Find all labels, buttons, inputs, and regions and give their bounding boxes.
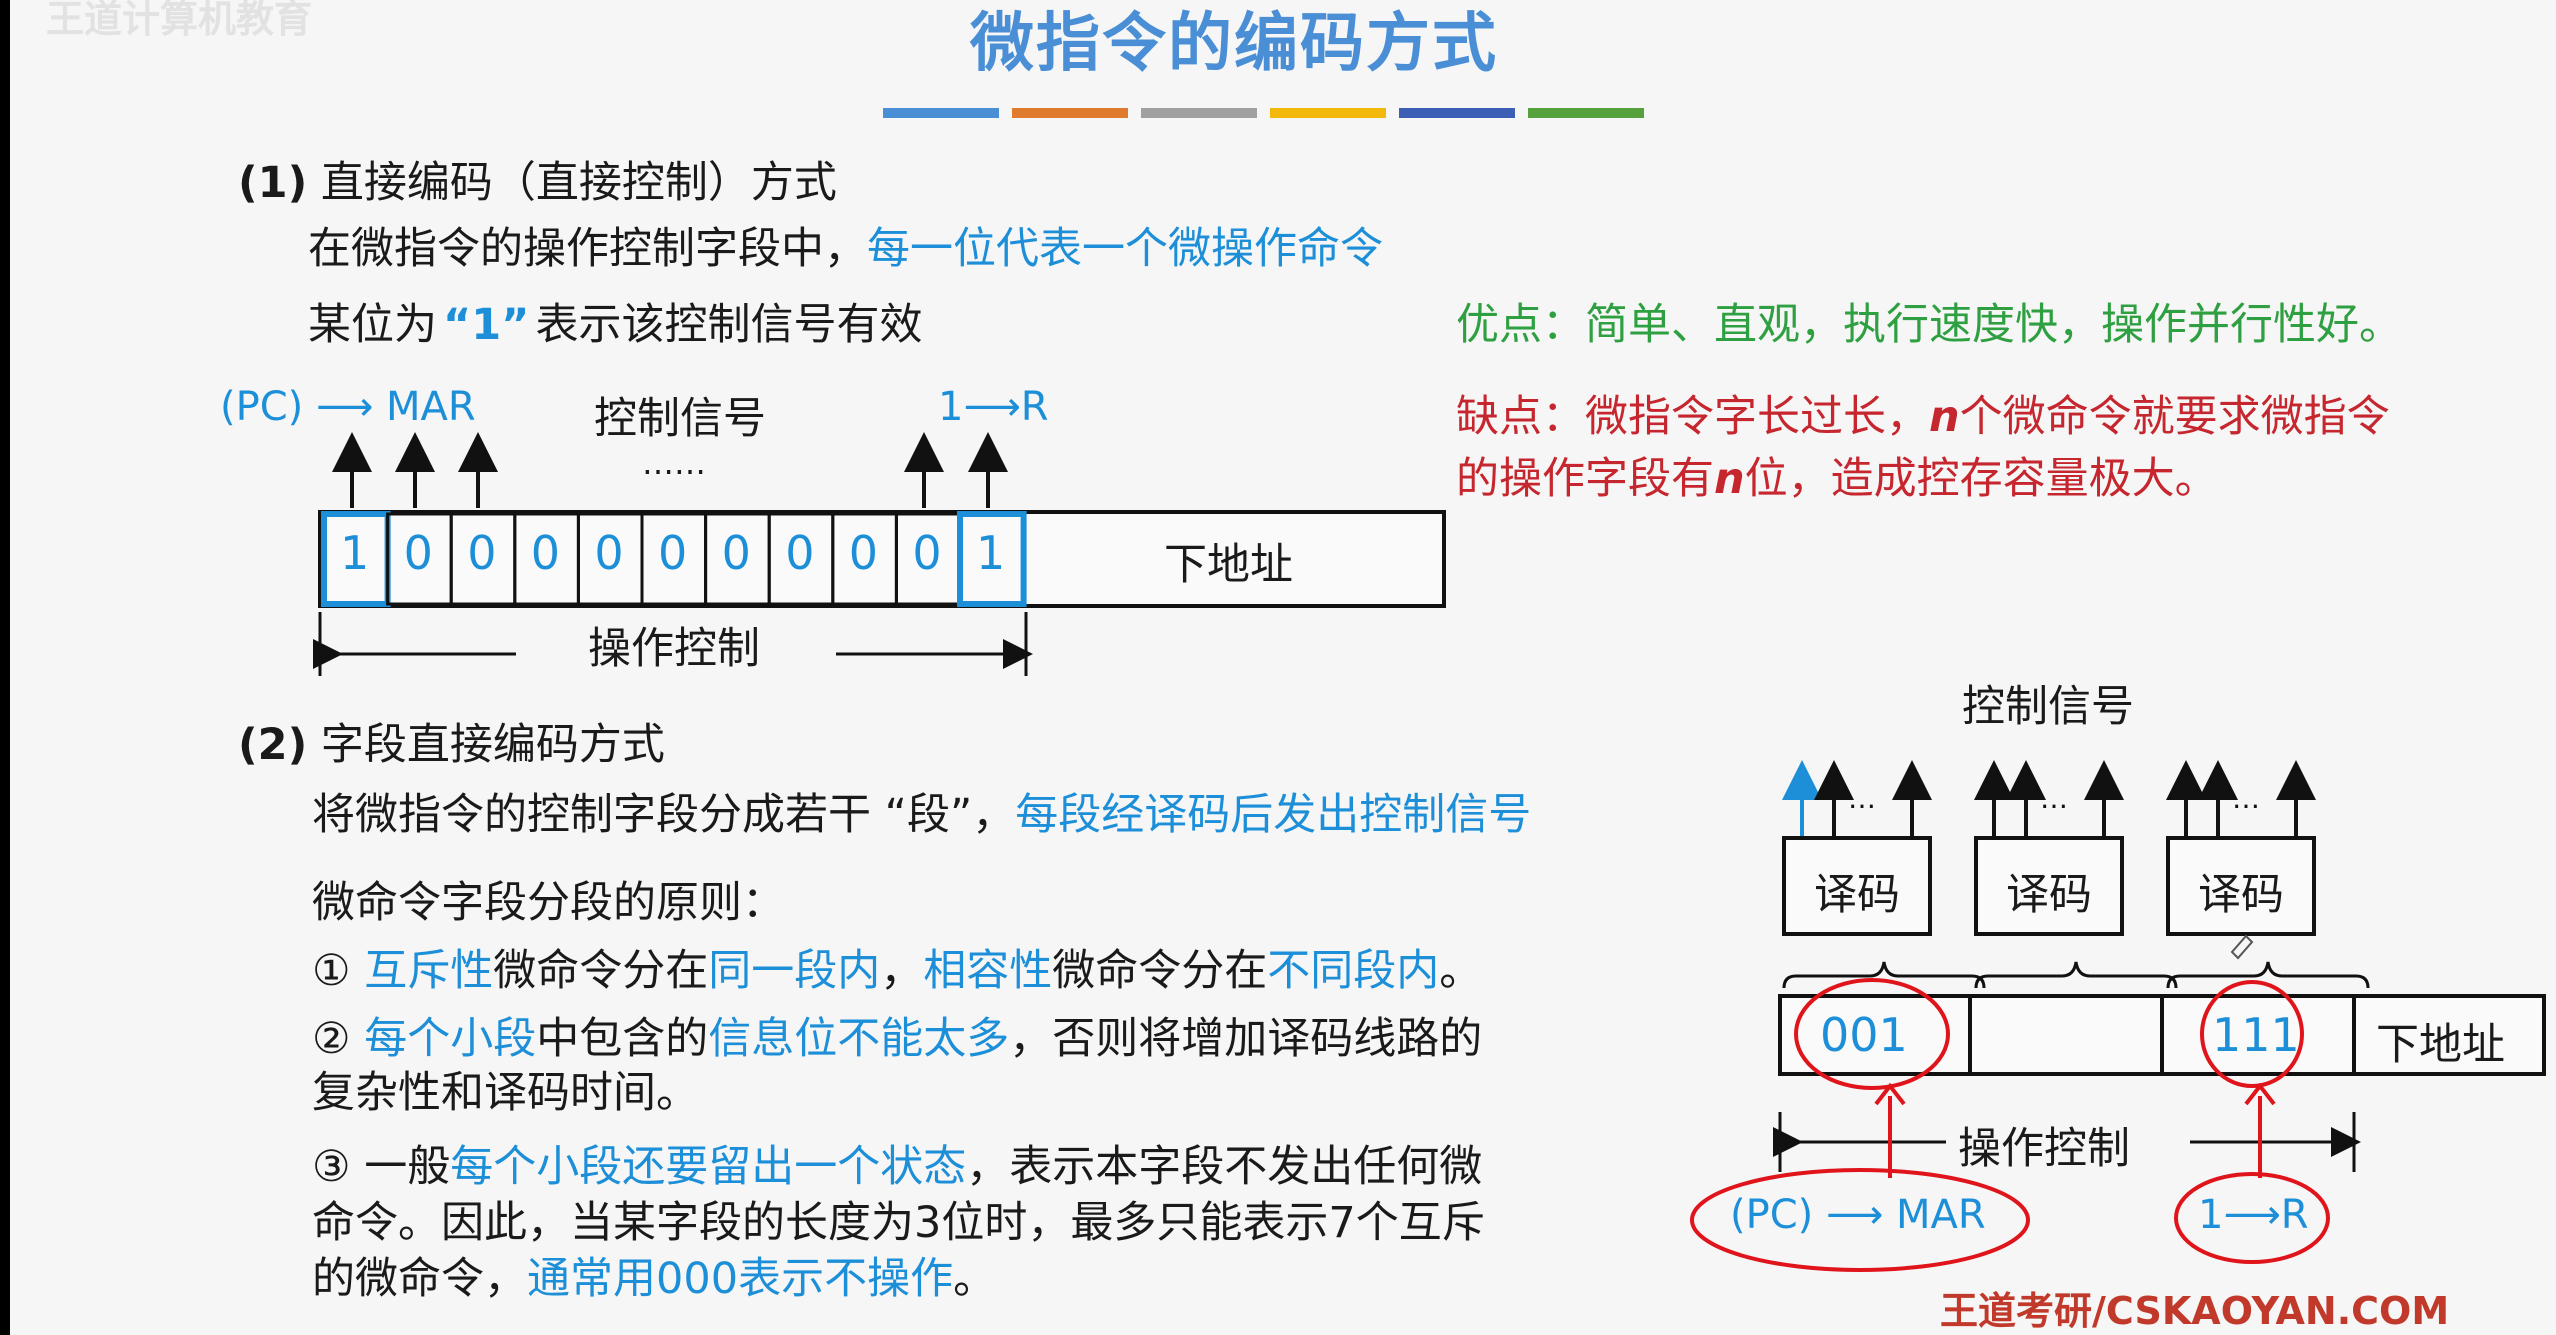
d2-operation-control: 操作控制 <box>1958 1124 2130 1174</box>
highlight-text: 互斥性 <box>364 946 494 996</box>
principle-1: ① 互斥性微命令分在同一段内，相容性微命令分在不同段内。 <box>312 936 1482 998</box>
body-text: ，否则将增加译码线路的 <box>1009 1014 1483 1064</box>
d1-bit-value: 0 <box>721 526 751 580</box>
d2-field-001: 001 <box>1820 1008 1908 1062</box>
d2-field-111: 111 <box>2212 1008 2300 1062</box>
d1-bit-value: 0 <box>848 526 879 580</box>
d2-dots-3: … <box>2232 782 2260 815</box>
highlight-text: 信息位不能太多 <box>708 1014 1010 1064</box>
section2-line1: 将微指令的控制字段分成若干 “段”，每段经译码后发出控制信号 <box>312 780 1531 842</box>
principle-3-line2: 命令。因此，当某字段的长度为3位时，最多只能表示7个互斥 <box>312 1198 1485 1248</box>
d2-pc-mar-label: (PC) ⟶ MAR <box>1730 1192 1986 1238</box>
section2-heading: (2) 字段直接编码方式 <box>238 710 665 772</box>
d2-next-address: 下地址 <box>2376 1020 2505 1070</box>
principle-3-line3: 的微命令，通常用000表示不操作。 <box>312 1244 996 1306</box>
section2-line1-highlight: 每段经译码后发出控制信号 <box>1015 790 1532 840</box>
body-text: ① <box>312 946 365 996</box>
principle-2-line1: ② 每个小段中包含的信息位不能太多，否则将增加译码线路的 <box>312 1004 1482 1066</box>
d2-decoder-3: 译码 <box>2198 870 2284 920</box>
d2-dots-2: … <box>2040 782 2068 815</box>
d1-bit-value: 0 <box>403 526 433 580</box>
d1-bit-value: 0 <box>658 526 688 580</box>
principle-2-line2: 复杂性和译码时间。 <box>312 1068 699 1118</box>
d2-decoder-2: 译码 <box>2006 870 2092 920</box>
section2-heading-num: (2) <box>238 720 308 770</box>
d2-decoder-1: 译码 <box>1814 870 1900 920</box>
section2-line1-prefix: 将微指令的控制字段分成若干 “段”， <box>312 790 1016 840</box>
d1-bit-value: 0 <box>594 526 624 580</box>
body-text: 。 <box>1439 946 1483 996</box>
d2-brace-2 <box>1974 961 2178 989</box>
section2-heading-text: 字段直接编码方式 <box>320 720 665 770</box>
highlight-text: 同一段内 <box>708 946 881 996</box>
d2-brace-1 <box>1782 961 1986 989</box>
d2-dots-1: … <box>1848 782 1876 815</box>
body-text: ，表示本字段不发出任何微 <box>966 1142 1483 1192</box>
d1-bit-value: 1 <box>976 526 1006 580</box>
body-text: 微命令分在 <box>493 946 709 996</box>
section2-principle: 微命令字段分段的原则： <box>312 878 785 928</box>
d1-bit-value: 0 <box>785 526 815 580</box>
body-text: 微命令分在 <box>1052 946 1268 996</box>
d2-one-r-label: 1⟶R <box>2198 1192 2309 1238</box>
pen-cursor-icon <box>2230 934 2254 960</box>
principle-3-line3-b: 。 <box>953 1254 997 1304</box>
principle-3-line3-highlight: 通常用000表示不操作 <box>527 1254 954 1304</box>
d1-bit-value: 0 <box>530 526 561 580</box>
d1-bit-value: 0 <box>467 526 497 580</box>
body-text: ③ 一般 <box>312 1142 451 1192</box>
principle-3-line1: ③ 一般每个小段还要留出一个状态，表示本字段不发出任何微 <box>312 1132 1482 1194</box>
slide: 王道计算机教育 微指令的编码方式 (1) 直接编码（直接控制）方式 在微指令的操… <box>10 0 2556 1335</box>
highlight-text: 不同段内 <box>1267 946 1440 996</box>
body-text: ， <box>880 946 924 996</box>
d1-next-address: 下地址 <box>1164 540 1293 590</box>
principle-3-line3-a: 的微命令， <box>312 1254 527 1304</box>
body-text: ② <box>312 1014 365 1064</box>
highlight-text: 每个小段还要留出一个状态 <box>450 1142 967 1192</box>
d1-operation-control: 操作控制 <box>588 624 760 674</box>
highlight-text: 相容性 <box>923 946 1053 996</box>
highlight-text: 每个小段 <box>364 1014 537 1064</box>
d2-control-signal-label: 控制信号 <box>1962 682 2134 732</box>
footer-brand: 王道考研/CSKAOYAN.COM <box>1940 1289 2450 1333</box>
d1-bit-value: 0 <box>912 526 942 580</box>
d1-bit-value: 1 <box>340 526 370 580</box>
body-text: 中包含的 <box>536 1014 709 1064</box>
